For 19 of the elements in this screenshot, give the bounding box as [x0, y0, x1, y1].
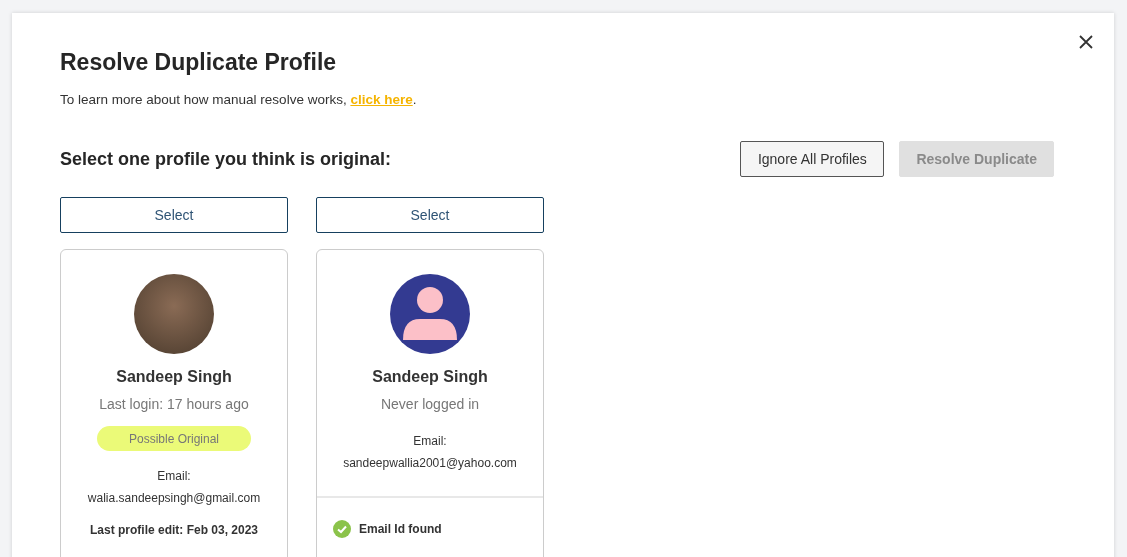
login-status: Never logged in: [380, 396, 480, 412]
login-status: Last login: 17 hours ago: [99, 396, 249, 412]
select-button[interactable]: Select: [316, 197, 544, 233]
status-badge: Possible Original: [97, 426, 251, 451]
intro-text: To learn more about how manual resolve works, click here.: [60, 92, 418, 107]
profile-name: Sandeep Singh: [372, 368, 488, 386]
check-label: Email Id found: [359, 522, 442, 536]
ignore-all-button[interactable]: Ignore All Profiles: [740, 141, 885, 177]
avatar-icon: [390, 274, 470, 354]
email-text: walia.sandeepsingh@gmail.com: [87, 491, 261, 505]
last-edit-text: Last profile edit: Feb 03, 2023: [89, 523, 259, 537]
email-label: Email:: [157, 469, 191, 483]
select-prompt: Select one profile you think is original:: [60, 148, 392, 170]
select-button[interactable]: Select: [60, 197, 288, 233]
email-label: Email:: [413, 434, 447, 448]
email-text: sandeepwallia2001@yahoo.com: [343, 456, 517, 470]
profile-name: Sandeep Singh: [116, 368, 232, 386]
close-icon[interactable]: [1078, 34, 1094, 50]
dialog-title: Resolve Duplicate Profile: [60, 49, 338, 76]
